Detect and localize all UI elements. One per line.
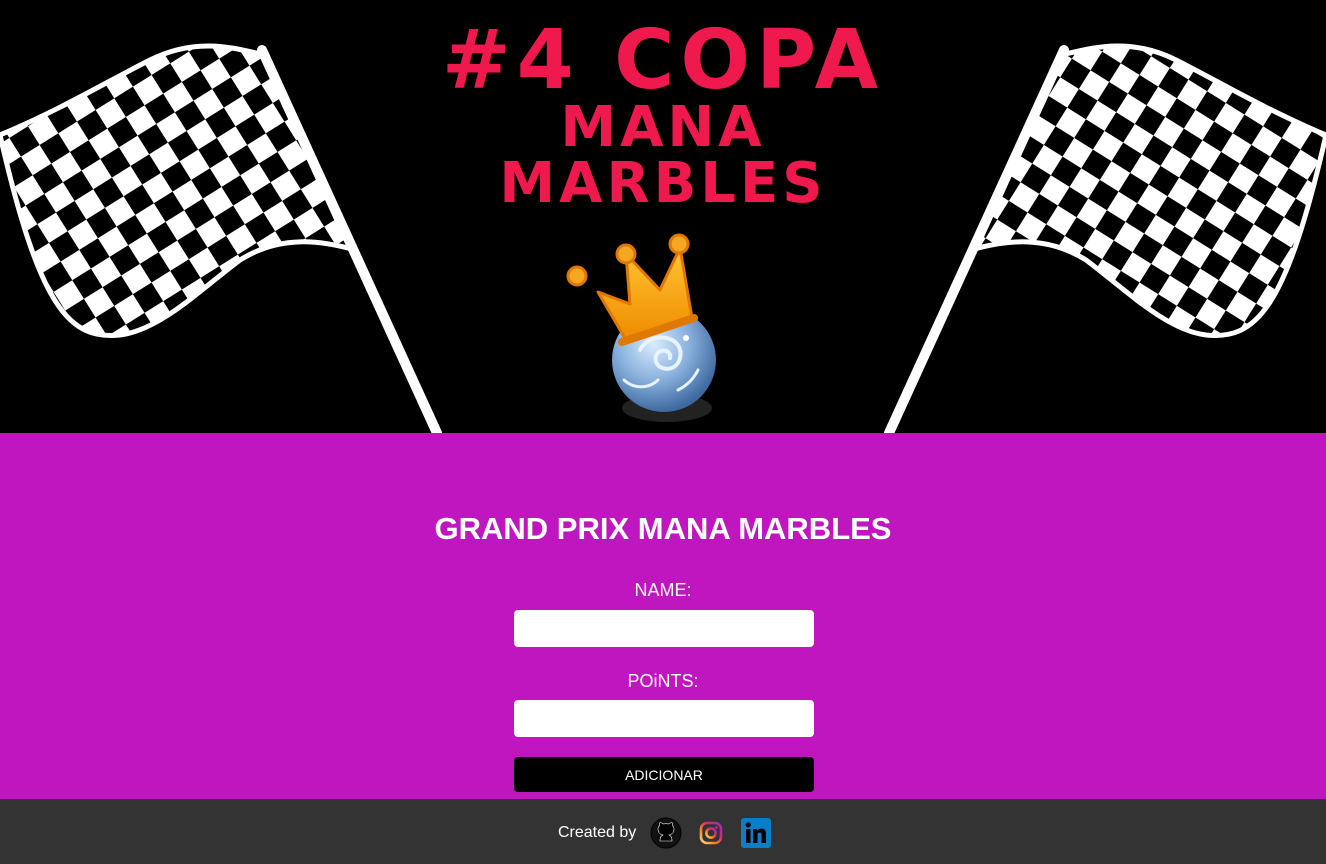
- banner: #4 COPA MANA MARBLES: [0, 0, 1326, 433]
- banner-title-line2: MANA: [560, 95, 766, 160]
- banner-title-line1: #4 COPA: [441, 13, 885, 108]
- points-input[interactable]: [514, 700, 814, 737]
- linkedin-icon[interactable]: [740, 817, 772, 849]
- points-label: POiNTS:: [627, 671, 699, 691]
- add-button[interactable]: ADICIONAR: [514, 757, 814, 792]
- footer: Created by: [0, 799, 1326, 864]
- name-input[interactable]: [514, 610, 814, 647]
- form-title: GRAND PRIX MANA MARBLES: [434, 511, 892, 546]
- github-icon[interactable]: [650, 817, 682, 849]
- instagram-icon[interactable]: [695, 817, 727, 849]
- name-label: NAME:: [634, 580, 692, 600]
- crown-marble-icon: [566, 233, 716, 422]
- form-section: GRAND PRIX MANA MARBLES NAME: POiNTS: AD…: [0, 433, 1326, 799]
- created-by-text: Created by: [558, 824, 637, 841]
- banner-title-line3: MARBLES: [499, 151, 827, 216]
